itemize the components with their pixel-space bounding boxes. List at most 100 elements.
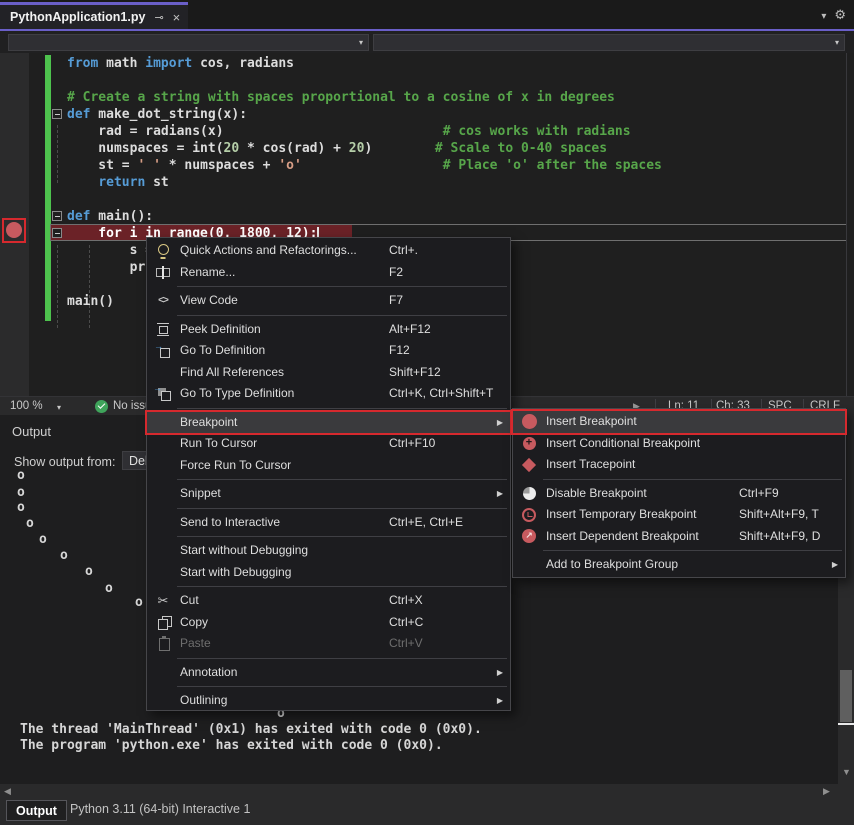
tracepoint-icon — [517, 454, 541, 476]
code-token: st = — [67, 158, 137, 173]
pin-icon[interactable]: ⊸ — [154, 11, 163, 24]
menu-separator — [147, 655, 510, 662]
nav-scope-dropdown[interactable]: ▾ — [8, 34, 369, 51]
menu-item-insert-conditional-breakpoint[interactable]: Insert Conditional Breakpoint — [513, 433, 845, 455]
menu-item-paste[interactable]: PasteCtrl+V — [147, 633, 510, 655]
menu-item-annotation[interactable]: Annotation▶ — [147, 662, 510, 684]
code-line[interactable]: def main(): — [67, 208, 153, 225]
menu-item-cut[interactable]: CutCtrl+X — [147, 590, 510, 612]
menu-separator — [147, 505, 510, 512]
health-check-icon — [95, 400, 108, 413]
scroll-left-icon[interactable]: ◀ — [4, 786, 11, 797]
menu-item-start-without-debugging[interactable]: Start without Debugging — [147, 540, 510, 562]
dependent-breakpoint-icon — [517, 526, 541, 548]
code-line[interactable]: main() — [67, 293, 114, 310]
scrollbar-thumb[interactable] — [840, 670, 852, 722]
code-line[interactable]: # Create a string with spaces proportion… — [67, 89, 615, 106]
code-line[interactable]: from math import cos, radians — [67, 55, 294, 72]
nav-member-dropdown[interactable]: ▾ — [373, 34, 845, 51]
menu-item-insert-breakpoint[interactable]: Insert Breakpoint — [513, 411, 845, 433]
menu-item-label: Copy — [180, 612, 208, 634]
menu-item-add-to-breakpoint-group[interactable]: Add to Breakpoint Group▶ — [513, 554, 845, 576]
output-wave-char: o — [105, 582, 113, 595]
tab-python-interactive[interactable]: Python 3.11 (64-bit) Interactive 1 — [70, 802, 250, 816]
code-token: * cos(rad) + — [239, 141, 349, 156]
menu-shortcut: Ctrl+C — [389, 612, 423, 634]
menu-item-label: Breakpoint — [180, 412, 237, 434]
output-message: The thread 'MainThread' (0x1) has exited… — [20, 722, 482, 737]
go-to-type-definition-icon — [151, 383, 175, 405]
chevron-down-icon[interactable]: ▾ — [821, 10, 826, 23]
menu-separator — [147, 405, 510, 412]
menu-item-label: Snippet — [180, 483, 221, 505]
fold-collapse-box[interactable] — [52, 228, 62, 238]
menu-item-go-to-definition[interactable]: Go To DefinitionF12 — [147, 340, 510, 362]
code-line[interactable]: return st — [67, 174, 169, 191]
menu-item-label: Insert Breakpoint — [546, 411, 637, 433]
menu-item-view-code[interactable]: View CodeF7 — [147, 290, 510, 312]
menu-item-label: Start with Debugging — [180, 562, 291, 584]
menu-shortcut: Shift+Alt+F9, T — [739, 504, 819, 526]
menu-item-copy[interactable]: Copy Ctrl+C — [147, 612, 510, 634]
menu-item-run-to-cursor[interactable]: Run To CursorCtrl+F10 — [147, 433, 510, 455]
copy-icon — [151, 612, 175, 634]
code-token — [224, 124, 443, 139]
menu-item-label: Insert Temporary Breakpoint — [546, 504, 697, 526]
code-line[interactable]: st = ' ' * numspaces + 'o' # Place 'o' a… — [67, 157, 662, 174]
menu-item-force-run-to-cursor[interactable]: Force Run To Cursor — [147, 455, 510, 477]
menu-item-label: Find All References — [180, 362, 284, 384]
menu-item-insert-dependent-breakpoint[interactable]: Insert Dependent BreakpointShift+Alt+F9,… — [513, 526, 845, 548]
menu-item-label: Quick Actions and Refactorings... — [180, 240, 357, 262]
horizontal-scrollbar[interactable]: ◀ ▶ — [0, 784, 854, 798]
document-tab[interactable]: PythonApplication1.py ⊸ × — [0, 5, 188, 29]
submenu-arrow-icon: ▶ — [497, 662, 503, 684]
indent-guide — [57, 245, 59, 328]
titlebar-actions: ▾ ⚙ — [821, 8, 846, 23]
menu-item-label: Paste — [180, 633, 211, 655]
output-wave-char: o — [85, 565, 93, 578]
menu-item-peek-definition[interactable]: Peek DefinitionAlt+F12 — [147, 319, 510, 341]
code-token — [67, 175, 98, 190]
output-wave-char: o — [39, 533, 47, 546]
zoom-control[interactable]: 100 % — [10, 400, 43, 412]
code-token: # cos works with radians — [443, 124, 631, 139]
menu-shortcut: F12 — [389, 340, 410, 362]
menu-separator — [147, 583, 510, 590]
output-wave-char: o — [17, 469, 25, 482]
menu-item-outlining[interactable]: Outlining▶ — [147, 690, 510, 712]
scroll-right-icon[interactable]: ▶ — [823, 786, 830, 797]
menu-item-snippet[interactable]: Snippet▶ — [147, 483, 510, 505]
output-wave-char: o — [17, 486, 25, 499]
code-line[interactable]: rad = radians(x) # cos works with radian… — [67, 123, 631, 140]
menu-item-start-with-debugging[interactable]: Start with Debugging — [147, 562, 510, 584]
title-bar: PythonApplication1.py ⊸ × ▾ ⚙ — [0, 0, 854, 29]
code-token: cos, radians — [192, 56, 294, 71]
code-line[interactable]: def make_dot_string(x): — [67, 106, 247, 123]
menu-item-quick-actions-and-refactorings[interactable]: Quick Actions and Refactorings...Ctrl+. — [147, 240, 510, 262]
conditional-breakpoint-icon — [517, 433, 541, 455]
menu-item-insert-temporary-breakpoint[interactable]: Insert Temporary Breakpoint Shift+Alt+F9,… — [513, 504, 845, 526]
menu-item-insert-tracepoint[interactable]: Insert Tracepoint — [513, 454, 845, 476]
menu-item-go-to-type-definition[interactable]: Go To Type DefinitionCtrl+K, Ctrl+Shift+… — [147, 383, 510, 405]
tab-output[interactable]: Output — [6, 800, 67, 821]
fold-collapse-box[interactable] — [52, 211, 62, 221]
scrollbar-marker — [838, 723, 854, 725]
menu-item-disable-breakpoint[interactable]: Disable BreakpointCtrl+F9 — [513, 483, 845, 505]
fold-collapse-box[interactable] — [52, 109, 62, 119]
temporary-breakpoint-icon — [517, 504, 541, 526]
menu-item-find-all-references[interactable]: Find All ReferencesShift+F12 — [147, 362, 510, 384]
code-line[interactable]: numspaces = int(20 * cos(rad) + 20) # Sc… — [67, 140, 607, 157]
code-token: * numspaces + — [161, 158, 278, 173]
menu-item-send-to-interactive[interactable]: Send to InteractiveCtrl+E, Ctrl+E — [147, 512, 510, 534]
code-token: def — [67, 209, 90, 224]
indent-guide — [57, 125, 59, 183]
scroll-down-icon[interactable]: ▼ — [842, 767, 851, 777]
menu-item-rename[interactable]: Rename...F2 — [147, 262, 510, 284]
close-icon[interactable]: × — [173, 10, 181, 25]
chevron-down-icon[interactable]: ▾ — [57, 403, 61, 412]
menu-item-label: Peek Definition — [180, 319, 261, 341]
menu-item-breakpoint[interactable]: Breakpoint▶ — [147, 412, 510, 434]
gear-icon[interactable]: ⚙ — [834, 8, 846, 23]
output-wave-char: o — [17, 501, 25, 514]
code-token: make_dot_string(x): — [90, 107, 247, 122]
